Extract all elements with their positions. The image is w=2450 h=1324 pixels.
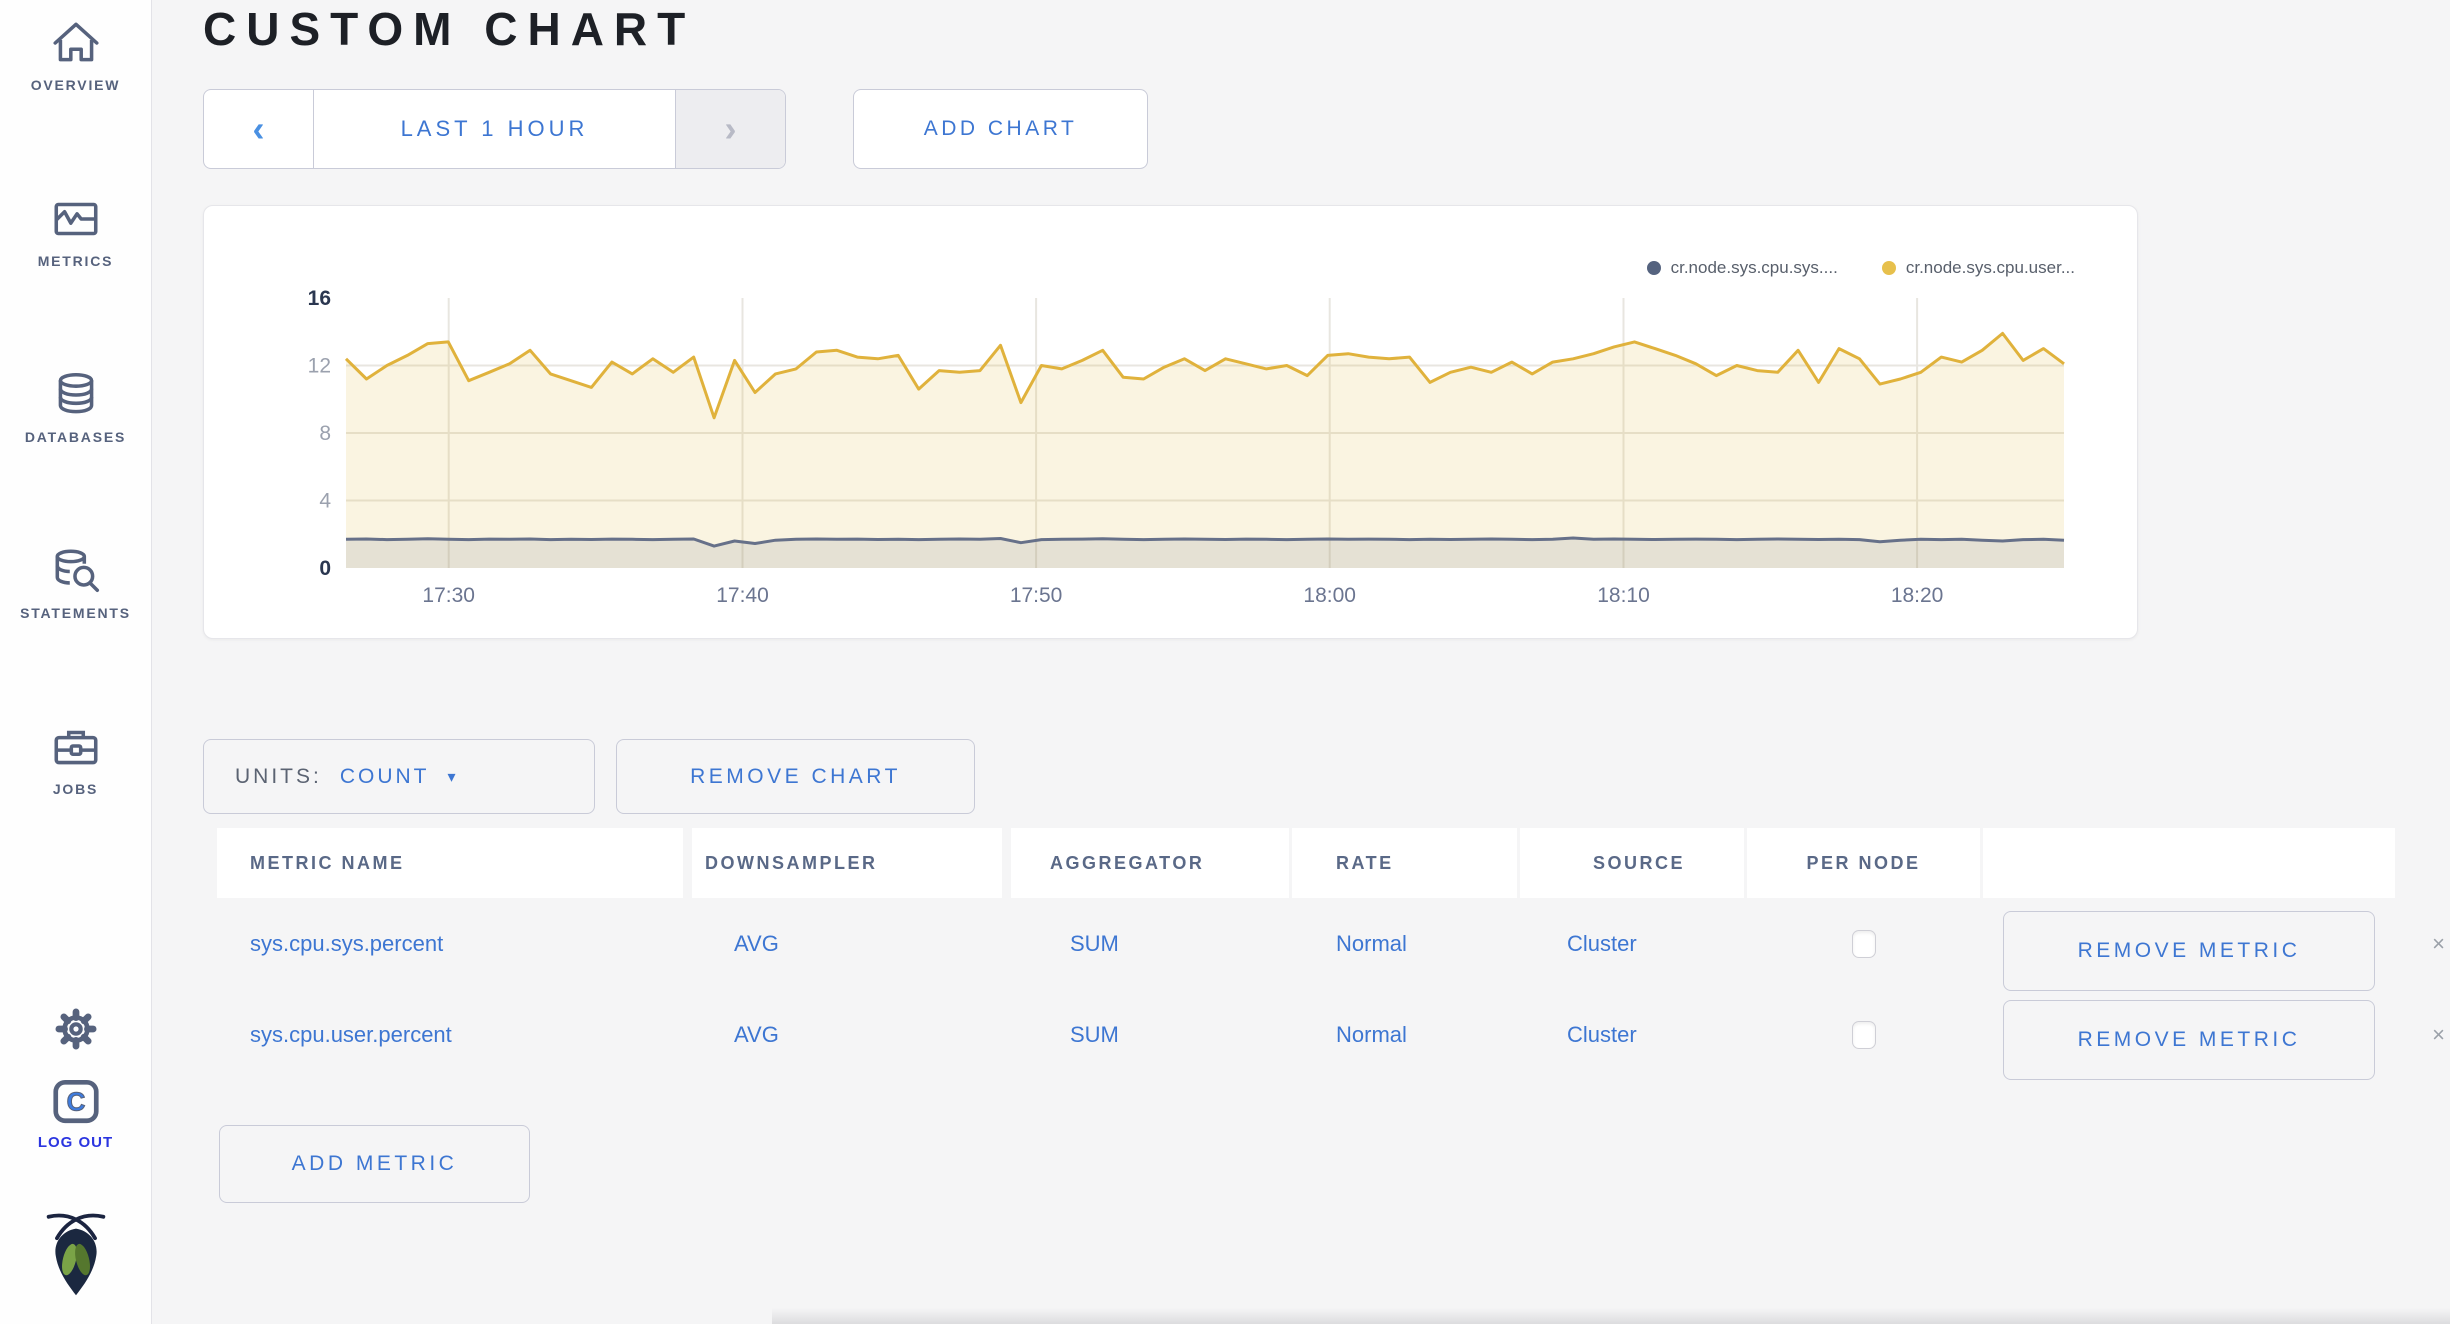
svg-text:17:40: 17:40 [716,584,769,607]
time-range-next-button[interactable]: › [675,90,785,168]
main-content: CUSTOM CHART ‹ LAST 1 HOUR › ADD CHART c… [152,0,2450,1324]
caret-down-icon: ▾ [447,768,460,786]
logout-label: LOG OUT [37,1134,114,1151]
database-search-icon [55,549,99,592]
page-title: CUSTOM CHART [203,3,696,55]
sidebar-label-databases: DATABASES [24,429,127,445]
svg-text:C: C [66,1086,85,1116]
column-header-rate: RATE [1292,828,1517,898]
gear-icon [54,1008,97,1050]
sidebar-item-settings[interactable] [0,1002,151,1056]
sidebar-item-statements[interactable]: STATEMENTS [0,544,151,621]
per-node-cell-2 [1747,989,1980,1080]
column-header-per-node: PER NODE [1747,828,1980,898]
legend-dot-user [1881,261,1896,275]
sidebar: OVERVIEW METRICS DATABASES STATEMENTS JO… [0,0,152,1324]
time-range-prev-button[interactable]: ‹ [204,90,314,168]
legend-label-user: cr.node.sys.cpu.user... [1905,258,2075,277]
chevron-right-icon: › [724,108,737,149]
svg-text:16: 16 [308,287,331,310]
legend-label-sys: cr.node.sys.cpu.sys.... [1670,258,1838,277]
column-header-downsampler: DOWNSAMPLER [692,828,1002,898]
sidebar-item-jobs[interactable]: JOBS [0,720,151,797]
svg-text:12: 12 [308,355,331,378]
svg-text:0: 0 [319,557,331,580]
svg-text:18:10: 18:10 [1597,584,1650,607]
column-header-source: SOURCE [1520,828,1744,898]
sidebar-label-statements: STATEMENTS [20,605,131,621]
sidebar-label-overview: OVERVIEW [30,77,121,93]
legend-item-sys[interactable]: cr.node.sys.cpu.sys.... [1646,258,1838,278]
sidebar-label-jobs: JOBS [52,781,99,797]
add-chart-button[interactable]: ADD CHART [853,89,1148,169]
time-range-label-button[interactable]: LAST 1 HOUR [314,90,675,168]
legend-dot-sys [1646,261,1661,275]
home-icon [52,22,99,62]
svg-text:17:30: 17:30 [422,584,475,607]
cockroach-c-icon: C [52,1079,99,1124]
below-fold-shadow [772,1308,2450,1324]
remove-metric-button-2[interactable]: REMOVE METRIC [2003,1000,2375,1080]
sidebar-item-metrics[interactable]: METRICS [0,192,151,269]
per-node-checkbox-1[interactable] [1851,929,1876,958]
svg-text:17:50: 17:50 [1010,584,1063,607]
per-node-checkbox-2[interactable] [1851,1020,1876,1049]
metrics-graph-icon [54,202,97,236]
sidebar-item-logout[interactable]: C LOG OUT [0,1074,151,1151]
chart-legend: cr.node.sys.cpu.sys.... cr.node.sys.cpu.… [1646,258,2075,278]
remove-metric-button-1[interactable]: REMOVE METRIC [2003,911,2375,991]
legend-item-user[interactable]: cr.node.sys.cpu.user... [1881,258,2075,278]
per-node-cell-1 [1747,898,1980,989]
sidebar-item-databases[interactable]: DATABASES [0,368,151,445]
sidebar-label-metrics: METRICS [37,253,114,269]
chevron-left-icon: ‹ [252,108,265,149]
svg-text:8: 8 [319,422,331,445]
svg-text:18:20: 18:20 [1891,584,1944,607]
cockroach-bug-icon [46,1213,105,1296]
column-header-actions [1983,828,2395,898]
add-metric-button[interactable]: ADD METRIC [219,1125,530,1203]
remove-chart-button[interactable]: REMOVE CHART [616,739,975,814]
briefcase-icon [54,730,97,765]
units-dropdown[interactable]: UNITS: COUNT ▾ [203,739,595,814]
sidebar-logo[interactable] [0,1212,151,1300]
time-range-selector: ‹ LAST 1 HOUR › [203,89,786,169]
svg-text:4: 4 [319,490,331,513]
chart-card: cr.node.sys.cpu.sys.... cr.node.sys.cpu.… [203,205,2138,639]
sidebar-item-overview[interactable]: OVERVIEW [0,16,151,93]
svg-text:18:00: 18:00 [1303,584,1356,607]
database-icon [58,372,93,414]
custom-chart-page: OVERVIEW METRICS DATABASES STATEMENTS JO… [0,0,2450,1324]
column-header-aggregator: AGGREGATOR [1011,828,1289,898]
column-header-metric-name: METRIC NAME [217,828,683,898]
